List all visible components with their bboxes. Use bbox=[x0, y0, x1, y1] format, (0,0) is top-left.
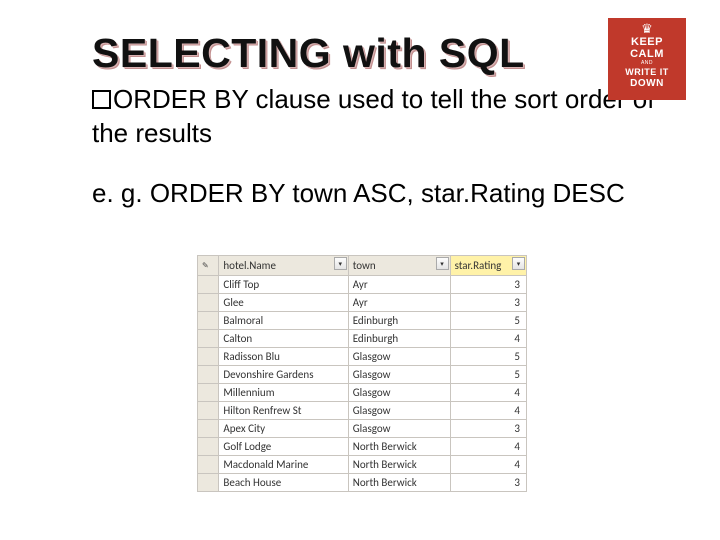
dropdown-icon[interactable]: ▾ bbox=[512, 257, 525, 270]
bullet-text: ORDER BY clause used to tell the sort or… bbox=[92, 84, 654, 148]
cell-town: Glasgow bbox=[348, 384, 450, 402]
table-row[interactable]: Radisson BluGlasgow5 bbox=[198, 348, 527, 366]
table-row[interactable]: Devonshire GardensGlasgow5 bbox=[198, 366, 527, 384]
cell-hotelname: Cliff Top bbox=[219, 276, 348, 294]
cell-hotelname: Golf Lodge bbox=[219, 438, 348, 456]
table-row[interactable]: Beach HouseNorth Berwick3 bbox=[198, 474, 527, 492]
cell-starrating: 5 bbox=[450, 366, 526, 384]
row-selector[interactable] bbox=[198, 312, 219, 330]
cell-town: Edinburgh bbox=[348, 312, 450, 330]
cell-hotelname: Apex City bbox=[219, 420, 348, 438]
table-row[interactable]: GleeAyr3 bbox=[198, 294, 527, 312]
cell-starrating: 5 bbox=[450, 312, 526, 330]
col-header-starrating[interactable]: star.Rating ▾ bbox=[450, 256, 526, 276]
cell-town: Glasgow bbox=[348, 366, 450, 384]
row-selector[interactable] bbox=[198, 456, 219, 474]
cell-starrating: 4 bbox=[450, 402, 526, 420]
header-label: hotel.Name bbox=[223, 259, 276, 272]
cell-starrating: 4 bbox=[450, 330, 526, 348]
example-text: e. g. ORDER BY town ASC, star.Rating DES… bbox=[92, 177, 632, 211]
cell-starrating: 4 bbox=[450, 456, 526, 474]
col-header-town[interactable]: town ▾ bbox=[348, 256, 450, 276]
cell-hotelname: Glee bbox=[219, 294, 348, 312]
cell-starrating: 3 bbox=[450, 294, 526, 312]
cell-hotelname: Radisson Blu bbox=[219, 348, 348, 366]
slide: ♛ KEEP CALM AND WRITE IT DOWN SELECTING … bbox=[0, 0, 720, 540]
row-selector-header[interactable]: ✎ bbox=[198, 256, 219, 276]
table-row[interactable]: Cliff TopAyr3 bbox=[198, 276, 527, 294]
cell-town: North Berwick bbox=[348, 456, 450, 474]
crown-icon: ♛ bbox=[641, 22, 653, 35]
row-selector[interactable] bbox=[198, 474, 219, 492]
cell-hotelname: Balmoral bbox=[219, 312, 348, 330]
cell-town: North Berwick bbox=[348, 438, 450, 456]
cell-starrating: 5 bbox=[450, 348, 526, 366]
cell-town: Ayr bbox=[348, 294, 450, 312]
table-row[interactable]: CaltonEdinburgh4 bbox=[198, 330, 527, 348]
keep-calm-badge: ♛ KEEP CALM AND WRITE IT DOWN bbox=[608, 18, 686, 100]
cell-starrating: 4 bbox=[450, 384, 526, 402]
row-selector[interactable] bbox=[198, 330, 219, 348]
cell-town: Ayr bbox=[348, 276, 450, 294]
cell-town: Edinburgh bbox=[348, 330, 450, 348]
col-header-hotelname[interactable]: hotel.Name ▾ bbox=[219, 256, 348, 276]
row-selector[interactable] bbox=[198, 402, 219, 420]
cell-hotelname: Millennium bbox=[219, 384, 348, 402]
cell-town: Glasgow bbox=[348, 402, 450, 420]
bullet: ORDER BY clause used to tell the sort or… bbox=[92, 83, 670, 151]
header-label: town bbox=[353, 259, 376, 272]
dropdown-icon[interactable]: ▾ bbox=[436, 257, 449, 270]
badge-line: KEEP bbox=[631, 36, 663, 48]
row-selector[interactable] bbox=[198, 276, 219, 294]
cell-hotelname: Hilton Renfrew St bbox=[219, 402, 348, 420]
dropdown-icon[interactable]: ▾ bbox=[334, 257, 347, 270]
cell-town: Glasgow bbox=[348, 420, 450, 438]
table-row[interactable]: Hilton Renfrew StGlasgow4 bbox=[198, 402, 527, 420]
row-selector[interactable] bbox=[198, 438, 219, 456]
cell-hotelname: Beach House bbox=[219, 474, 348, 492]
table-header-row: ✎ hotel.Name ▾ town ▾ star.Rating ▾ bbox=[198, 256, 527, 276]
cell-starrating: 3 bbox=[450, 420, 526, 438]
badge-line: WRITE IT bbox=[625, 68, 669, 78]
cell-hotelname: Devonshire Gardens bbox=[219, 366, 348, 384]
cell-hotelname: Calton bbox=[219, 330, 348, 348]
row-selector[interactable] bbox=[198, 294, 219, 312]
row-selector[interactable] bbox=[198, 420, 219, 438]
results-table: ✎ hotel.Name ▾ town ▾ star.Rating ▾ bbox=[197, 255, 527, 492]
badge-line: AND bbox=[641, 61, 653, 67]
bullet-box-icon bbox=[92, 90, 111, 109]
table-body: Cliff TopAyr3GleeAyr3BalmoralEdinburgh5C… bbox=[198, 276, 527, 492]
table-row[interactable]: Golf LodgeNorth Berwick4 bbox=[198, 438, 527, 456]
row-selector[interactable] bbox=[198, 366, 219, 384]
row-selector[interactable] bbox=[198, 348, 219, 366]
badge-line: CALM bbox=[630, 48, 664, 60]
table-row[interactable]: Apex CityGlasgow3 bbox=[198, 420, 527, 438]
table-row[interactable]: Macdonald MarineNorth Berwick4 bbox=[198, 456, 527, 474]
cell-town: North Berwick bbox=[348, 474, 450, 492]
table-row[interactable]: MillenniumGlasgow4 bbox=[198, 384, 527, 402]
cell-hotelname: Macdonald Marine bbox=[219, 456, 348, 474]
page-title: SELECTING with SQL bbox=[92, 30, 670, 77]
badge-line: DOWN bbox=[630, 78, 664, 89]
cell-starrating: 3 bbox=[450, 474, 526, 492]
cell-town: Glasgow bbox=[348, 348, 450, 366]
header-label: star.Rating bbox=[455, 259, 502, 272]
table-row[interactable]: BalmoralEdinburgh5 bbox=[198, 312, 527, 330]
results-table-wrap: ✎ hotel.Name ▾ town ▾ star.Rating ▾ bbox=[197, 255, 527, 492]
cell-starrating: 3 bbox=[450, 276, 526, 294]
pencil-icon: ✎ bbox=[202, 259, 213, 274]
row-selector[interactable] bbox=[198, 384, 219, 402]
cell-starrating: 4 bbox=[450, 438, 526, 456]
